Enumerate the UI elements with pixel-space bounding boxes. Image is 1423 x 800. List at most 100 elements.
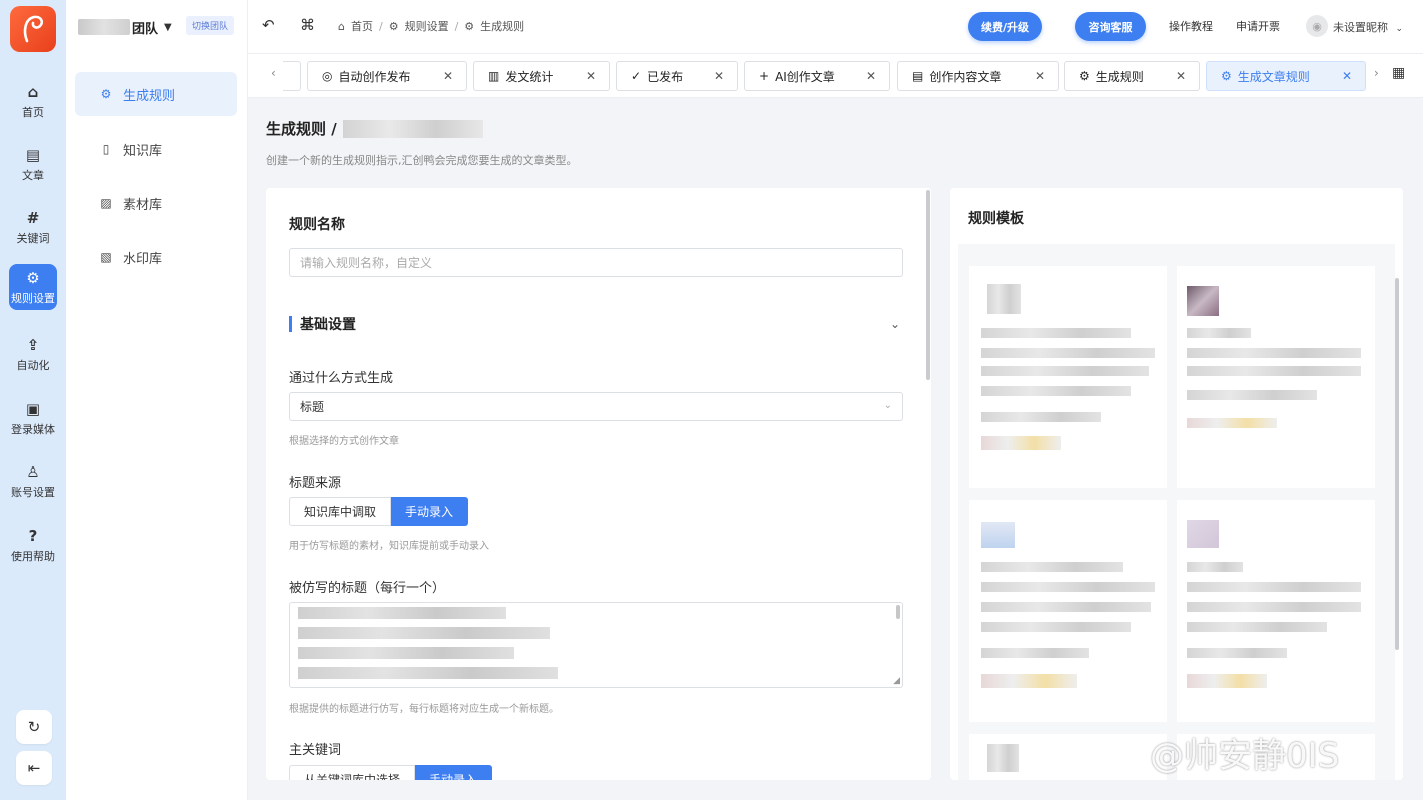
watermark-text: @帅安静0IS [1150, 736, 1340, 776]
close-icon[interactable]: ✕ [443, 69, 453, 83]
tab-article-rules[interactable]: ⚙ 生成文章规则 ✕ [1206, 61, 1366, 91]
help-icon: ? [28, 526, 38, 545]
sidebar-item-materials[interactable]: ▨ 素材库 [75, 181, 237, 225]
sidebar-item-watermarks[interactable]: ▧ 水印库 [75, 235, 237, 279]
template-panel: 规则模板 [950, 188, 1403, 780]
gear-icon: ⚙ [100, 87, 112, 101]
method-label: 通过什么方式生成 [289, 371, 394, 386]
watermark-icon: ▧ [100, 250, 112, 264]
close-icon[interactable]: ✕ [866, 69, 876, 83]
avatar[interactable]: ◉ [1306, 15, 1328, 37]
hash-icon: # [26, 208, 40, 227]
check-circle-icon: ✓ [631, 69, 642, 83]
section-accent-bar [289, 316, 292, 332]
plus-icon: + [759, 69, 770, 83]
title-source-hint: 用于仿写标题的素材，知识库提前或手动录入 [289, 541, 489, 552]
tutorial-link[interactable]: 操作教程 [1169, 18, 1213, 34]
tabs-bar: ‹ ◎ 自动创作发布 ✕ ▥ 发文统计 ✕ ✓ 已发布 ✕ + AI创作文章 ✕… [248, 54, 1423, 98]
chevron-down-icon[interactable]: ⌄ [890, 317, 900, 331]
rail-item-articles[interactable]: ▤ 文章 [9, 141, 57, 187]
tab-ai-articles[interactable]: + AI创作文章 ✕ [744, 61, 890, 91]
title-source-knowledge-button[interactable]: 知识库中调取 [289, 497, 392, 526]
title-source-label: 标题来源 [289, 476, 342, 491]
team-name-blurred [78, 19, 130, 35]
command-icon[interactable]: ⌘ [300, 16, 315, 34]
template-scrollbar[interactable] [1395, 278, 1399, 650]
sidebar-item-knowledge[interactable]: ▯ 知识库 [75, 127, 237, 171]
title-source-manual-button[interactable]: 手动录入 [391, 497, 469, 526]
home-icon: ⌂ [338, 19, 345, 33]
rail-item-rules[interactable]: ⚙ 规则设置 [9, 264, 57, 310]
refresh-icon: ↻ [27, 718, 41, 736]
tab-publish-stats[interactable]: ▥ 发文统计 ✕ [473, 61, 610, 91]
chevron-down-icon: ⌄ [883, 400, 892, 411]
rail-item-keywords[interactable]: # 关键词 [9, 204, 57, 250]
gear-icon: ⚙ [1221, 69, 1232, 83]
document-icon: ▤ [25, 145, 41, 164]
gear-icon: ⚙ [26, 268, 40, 287]
gear-icon: ⚙ [1079, 69, 1090, 83]
collapse-button[interactable]: ⇤ [16, 751, 52, 785]
template-card[interactable] [1177, 500, 1375, 722]
grid-menu-icon[interactable]: ▦ [1392, 65, 1405, 81]
team-selector[interactable]: 团队 ▼ [78, 14, 172, 40]
tab-content-articles[interactable]: ▤ 创作内容文章 ✕ [897, 61, 1059, 91]
rail-item-media[interactable]: ▣ 登录媒体 [9, 395, 57, 441]
tab-auto-publish[interactable]: ◎ 自动创作发布 ✕ [307, 61, 467, 91]
method-select[interactable]: 标题 ⌄ [289, 392, 903, 421]
imitated-titles-textarea[interactable]: ◢ [289, 602, 903, 688]
main-keyword-toggle: 从关键词库中选择 手动录入 [289, 765, 493, 780]
keyword-library-button[interactable]: 从关键词库中选择 [289, 765, 416, 780]
invoice-link[interactable]: 申请开票 [1236, 18, 1280, 34]
chevron-down-icon: ⌄ [1395, 24, 1404, 34]
title-blurred [342, 119, 483, 138]
refresh-button[interactable]: ↻ [16, 710, 52, 744]
tab-published[interactable]: ✓ 已发布 ✕ [616, 61, 738, 91]
secondary-sidebar: 团队 ▼ 切换团队 ⚙ 生成规则 ▯ 知识库 ▨ 素材库 ▧ 水印库 [66, 0, 248, 800]
book-icon: ▯ [102, 142, 110, 156]
close-icon[interactable]: ✕ [714, 69, 724, 83]
icon-rail: ⌂ 首页 ▤ 文章 # 关键词 ⚙ 规则设置 ⇪ 自动化 ▣ 登录媒体 ♙ 账号… [0, 0, 66, 800]
textarea-scrollbar[interactable] [896, 605, 900, 619]
rail-item-automation[interactable]: ⇪ 自动化 [9, 331, 57, 377]
rail-item-help[interactable]: ? 使用帮助 [9, 522, 57, 568]
rule-name-input[interactable]: 请输入规则名称，自定义 [289, 248, 903, 277]
template-card[interactable] [969, 500, 1167, 722]
tab-generation-rules[interactable]: ⚙ 生成规则 ✕ [1064, 61, 1200, 91]
customer-support-button[interactable]: 咨询客服 [1075, 12, 1146, 41]
basic-settings-header[interactable]: 基础设置 [289, 314, 356, 334]
app-logo[interactable] [10, 6, 56, 52]
close-icon[interactable]: ✕ [1176, 69, 1186, 83]
main-keyword-label: 主关键词 [289, 743, 342, 758]
username-menu[interactable]: 未设置昵称 ⌄ [1333, 19, 1403, 35]
rule-name-label: 规则名称 [289, 217, 345, 233]
tab-partial[interactable] [283, 61, 301, 91]
close-icon[interactable]: ✕ [1035, 69, 1045, 83]
tabs-scroll-right-icon[interactable]: › [1374, 66, 1379, 80]
title-source-toggle: 知识库中调取 手动录入 [289, 497, 469, 526]
page-description: 创建一个新的生成规则指示,汇创鸭会完成您要生成的文章类型。 [266, 154, 578, 167]
sidebar-item-rules[interactable]: ⚙ 生成规则 [75, 72, 237, 116]
template-card[interactable] [969, 734, 1167, 780]
tabs-scroll-left-icon[interactable]: ‹ [271, 66, 276, 80]
close-icon[interactable]: ✕ [586, 69, 596, 83]
camera-icon: ◎ [322, 69, 333, 83]
rail-item-home[interactable]: ⌂ 首页 [9, 78, 57, 124]
logo-icon [23, 15, 44, 43]
upload-icon: ⇪ [26, 335, 40, 354]
rail-item-account[interactable]: ♙ 账号设置 [9, 458, 57, 504]
form-scrollbar[interactable] [926, 190, 930, 380]
template-card[interactable] [969, 266, 1167, 488]
renew-upgrade-button[interactable]: 续费/升级 [968, 12, 1042, 41]
undo-icon[interactable]: ↶ [262, 16, 275, 34]
resize-handle-icon[interactable]: ◢ [893, 676, 900, 686]
page-title: 生成规则 / [266, 118, 483, 139]
gear-icon: ⚙ [464, 19, 475, 33]
template-card[interactable] [1177, 266, 1375, 488]
keyword-manual-button[interactable]: 手动录入 [415, 765, 493, 780]
rule-form-card: 规则名称 请输入规则名称，自定义 基础设置 ⌄ 通过什么方式生成 标题 ⌄ 根据… [266, 188, 931, 780]
user-settings-icon: ♙ [26, 462, 40, 481]
file-icon: ▤ [912, 69, 924, 83]
close-icon[interactable]: ✕ [1342, 69, 1352, 83]
switch-team-button[interactable]: 切换团队 [186, 16, 235, 35]
